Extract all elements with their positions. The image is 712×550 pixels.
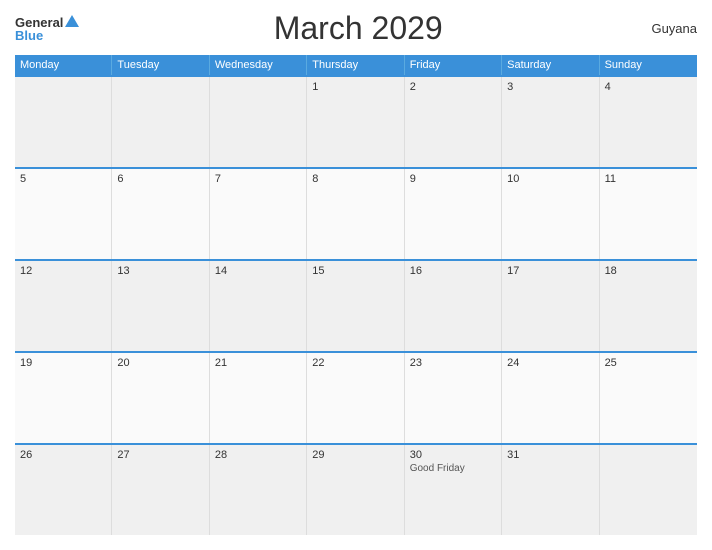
- day-cell: 14: [210, 261, 307, 351]
- day-number: 16: [410, 265, 422, 277]
- day-cell: 8: [307, 169, 404, 259]
- day-number: 29: [312, 449, 324, 461]
- header-tuesday: Tuesday: [112, 55, 209, 75]
- day-cell: [15, 77, 112, 167]
- day-number: 9: [410, 173, 416, 185]
- day-number: 4: [605, 81, 611, 93]
- day-number: 30: [410, 449, 422, 461]
- day-number: 17: [507, 265, 519, 277]
- day-number: 24: [507, 357, 519, 369]
- day-number: 18: [605, 265, 617, 277]
- logo-triangle-icon: [65, 15, 79, 27]
- day-cell: 3: [502, 77, 599, 167]
- week-row: 26 27 28 29 30 Good Friday 31: [15, 443, 697, 535]
- day-cell: 6: [112, 169, 209, 259]
- day-number: 20: [117, 357, 129, 369]
- calendar-grid: Monday Tuesday Wednesday Thursday Friday…: [15, 55, 697, 535]
- day-cell: 7: [210, 169, 307, 259]
- day-number: 6: [117, 173, 123, 185]
- day-number: 21: [215, 357, 227, 369]
- day-cell: 13: [112, 261, 209, 351]
- day-cell: 30 Good Friday: [405, 445, 502, 535]
- week-row: 5 6 7 8 9 10 11: [15, 167, 697, 259]
- day-number: 28: [215, 449, 227, 461]
- day-cell: 22: [307, 353, 404, 443]
- day-cell: 5: [15, 169, 112, 259]
- day-cell: 16: [405, 261, 502, 351]
- header: General Blue March 2029 Guyana: [15, 10, 697, 47]
- day-number: 8: [312, 173, 318, 185]
- logo: General Blue: [15, 15, 79, 43]
- day-number: 14: [215, 265, 227, 277]
- day-event: Good Friday: [410, 463, 465, 474]
- day-number: 22: [312, 357, 324, 369]
- country-label: Guyana: [637, 21, 697, 36]
- day-cell: [210, 77, 307, 167]
- day-number: 12: [20, 265, 32, 277]
- header-saturday: Saturday: [502, 55, 599, 75]
- day-cell: 4: [600, 77, 697, 167]
- weeks-container: 1234567891011121314151617181920212223242…: [15, 75, 697, 535]
- day-number: 10: [507, 173, 519, 185]
- day-number: 15: [312, 265, 324, 277]
- day-cell: 15: [307, 261, 404, 351]
- day-number: 31: [507, 449, 519, 461]
- day-cell: 1: [307, 77, 404, 167]
- day-number: 26: [20, 449, 32, 461]
- day-cell: [600, 445, 697, 535]
- day-number: 25: [605, 357, 617, 369]
- day-number: 7: [215, 173, 221, 185]
- day-number: 5: [20, 173, 26, 185]
- logo-blue-text: Blue: [15, 28, 43, 43]
- header-thursday: Thursday: [307, 55, 404, 75]
- day-number: 3: [507, 81, 513, 93]
- day-cell: 17: [502, 261, 599, 351]
- day-cell: 23: [405, 353, 502, 443]
- calendar-title: March 2029: [79, 10, 637, 47]
- week-row: 1 2 3 4: [15, 75, 697, 167]
- day-number: 19: [20, 357, 32, 369]
- day-number: 27: [117, 449, 129, 461]
- day-cell: 19: [15, 353, 112, 443]
- day-cell: 9: [405, 169, 502, 259]
- calendar-page: General Blue March 2029 Guyana Monday Tu…: [0, 0, 712, 550]
- day-cell: 20: [112, 353, 209, 443]
- day-cell: 31: [502, 445, 599, 535]
- day-cell: 28: [210, 445, 307, 535]
- header-sunday: Sunday: [600, 55, 697, 75]
- day-cell: 11: [600, 169, 697, 259]
- header-wednesday: Wednesday: [210, 55, 307, 75]
- day-cell: 24: [502, 353, 599, 443]
- day-cell: 12: [15, 261, 112, 351]
- day-cell: 18: [600, 261, 697, 351]
- day-cell: 29: [307, 445, 404, 535]
- day-cell: 21: [210, 353, 307, 443]
- day-headers-row: Monday Tuesday Wednesday Thursday Friday…: [15, 55, 697, 75]
- day-cell: 26: [15, 445, 112, 535]
- header-monday: Monday: [15, 55, 112, 75]
- day-number: 2: [410, 81, 416, 93]
- day-number: 23: [410, 357, 422, 369]
- header-friday: Friday: [405, 55, 502, 75]
- day-number: 13: [117, 265, 129, 277]
- day-cell: 27: [112, 445, 209, 535]
- week-row: 19 20 21 22 23 24 25: [15, 351, 697, 443]
- day-cell: 10: [502, 169, 599, 259]
- day-number: 1: [312, 81, 318, 93]
- week-row: 12 13 14 15 16 17 18: [15, 259, 697, 351]
- day-cell: 25: [600, 353, 697, 443]
- day-number: 11: [605, 173, 616, 185]
- day-cell: [112, 77, 209, 167]
- day-cell: 2: [405, 77, 502, 167]
